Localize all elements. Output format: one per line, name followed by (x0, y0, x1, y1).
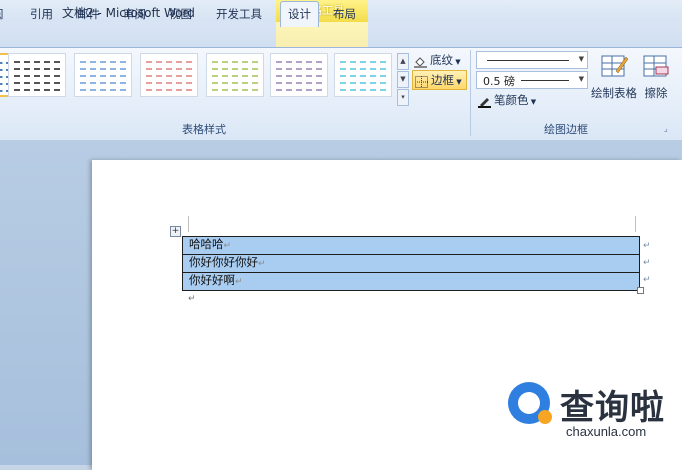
tab-partial[interactable]: 阅 (0, 4, 4, 24)
swatch-line (276, 68, 322, 72)
swatch-line (340, 61, 386, 65)
table-resize-handle[interactable] (637, 287, 644, 294)
swatch-line (146, 75, 192, 79)
swatch-line (212, 75, 258, 79)
paint-bucket-icon (414, 55, 427, 68)
swatch-line (340, 68, 386, 72)
swatch-line (146, 61, 192, 65)
watermark-url: chaxunla.com (566, 424, 647, 439)
row-end-mark: ↵ (643, 258, 651, 268)
pen-weight-dropdown[interactable]: 0.5 磅 ▼ (476, 71, 588, 89)
group-separator (470, 50, 471, 136)
gallery-more-button[interactable]: ▾ (397, 89, 409, 106)
swatch-line (276, 61, 322, 65)
row-end-mark: ↵ (643, 241, 651, 251)
swatch-line (212, 82, 258, 86)
tab-layout[interactable]: 布局 (333, 4, 356, 24)
swatch-line (80, 61, 126, 65)
table-cell-text: 你好你好你好 (189, 255, 258, 269)
borders-label: 边框 (431, 73, 454, 87)
tab-developer[interactable]: 开发工具 (216, 4, 262, 24)
paragraph-mark: ↵ (188, 294, 196, 304)
eraser-button[interactable]: 擦除 (640, 53, 672, 101)
pen-color-button[interactable]: 笔颜色 ▼ (478, 91, 536, 109)
swatch-line (80, 89, 126, 93)
table-move-handle[interactable]: + (170, 226, 181, 237)
swatch-line (146, 82, 192, 86)
swatch-line (14, 61, 60, 65)
tab-design[interactable]: 设计 (280, 1, 319, 27)
tab-review[interactable]: 审阅 (123, 4, 146, 24)
margin-mark (635, 216, 636, 232)
pen-style-dropdown[interactable]: ▼ (476, 51, 588, 69)
borders-button[interactable]: 边框 ▼ (412, 70, 467, 90)
gallery-scroll: ▲ ▼ ▾ (397, 53, 409, 106)
watermark-logo: 查询啦 chaxunla.com (504, 378, 674, 458)
watermark-brand: 查询啦 (560, 388, 665, 428)
table-style-swatch[interactable] (8, 53, 66, 97)
draw-table-icon (600, 53, 629, 79)
swatch-line (276, 82, 322, 86)
table-style-swatch[interactable] (334, 53, 392, 97)
table-style-swatch[interactable] (74, 53, 132, 97)
swatch-line (146, 68, 192, 72)
swatch-line (340, 89, 386, 93)
swatch-line (276, 75, 322, 79)
draw-table-button[interactable]: 绘制表格 (590, 53, 638, 101)
table-styles-group-label: 表格样式 (182, 123, 226, 136)
eraser-icon (642, 53, 670, 79)
swatch-line (14, 82, 60, 86)
swatch-line (14, 89, 60, 93)
eraser-label: 擦除 (644, 86, 668, 100)
swatch-line (14, 75, 60, 79)
tab-references[interactable]: 引用 (30, 4, 53, 24)
swatch-line (276, 89, 322, 93)
ribbon-panel: ▲ ▼ ▾ 底纹 ▼ 边框 ▼ ▼ 0.5 磅 ▼ 笔颜色 ▼ 绘制表格 擦除 … (0, 47, 682, 141)
pen-color-label: 笔颜色 (494, 93, 529, 107)
draw-table-label: 绘制表格 (591, 86, 637, 100)
shading-button[interactable]: 底纹 ▼ (414, 51, 461, 69)
swatch-line (212, 68, 258, 72)
border-grid-icon (415, 75, 428, 88)
swatch-line (80, 75, 126, 79)
table-row[interactable]: 你好好啊↵ (182, 272, 640, 291)
tab-mailings[interactable]: 邮件 (77, 4, 100, 24)
pen-icon (478, 95, 491, 108)
chevron-down-icon: ▼ (578, 75, 584, 83)
dialog-launcher-icon[interactable]: ⌟ (664, 124, 668, 133)
table-row[interactable]: 你好你好你好↵ (182, 254, 640, 273)
swatch-line (212, 61, 258, 65)
swatch-line (14, 68, 60, 72)
swatch-line (80, 82, 126, 86)
gallery-up-button[interactable]: ▲ (397, 53, 409, 70)
pen-weight-value: 0.5 磅 (483, 75, 515, 88)
swatch-line (80, 68, 126, 72)
table-cell-text: 哈哈哈 (189, 237, 224, 251)
tab-view[interactable]: 视图 (169, 4, 192, 24)
draw-borders-group-label: 绘图边框 (544, 123, 588, 136)
table-style-swatch[interactable] (140, 53, 198, 97)
table-style-swatch[interactable] (206, 53, 264, 97)
swatch-line (212, 89, 258, 93)
swatch-line (340, 75, 386, 79)
swatch-line (146, 89, 192, 93)
row-end-mark: ↵ (643, 275, 651, 285)
gallery-down-button[interactable]: ▼ (397, 71, 409, 88)
margin-mark (188, 216, 189, 232)
document-table[interactable]: 哈哈哈↵ 你好你好你好↵ 你好好啊↵ (182, 236, 640, 291)
logo-mark-icon (508, 382, 552, 424)
table-cell-text: 你好好啊 (189, 273, 235, 287)
table-row[interactable]: 哈哈哈↵ (182, 236, 640, 255)
chevron-down-icon: ▼ (578, 55, 584, 63)
swatch-line (340, 82, 386, 86)
shading-label: 底纹 (430, 53, 453, 67)
table-style-swatch[interactable] (270, 53, 328, 97)
